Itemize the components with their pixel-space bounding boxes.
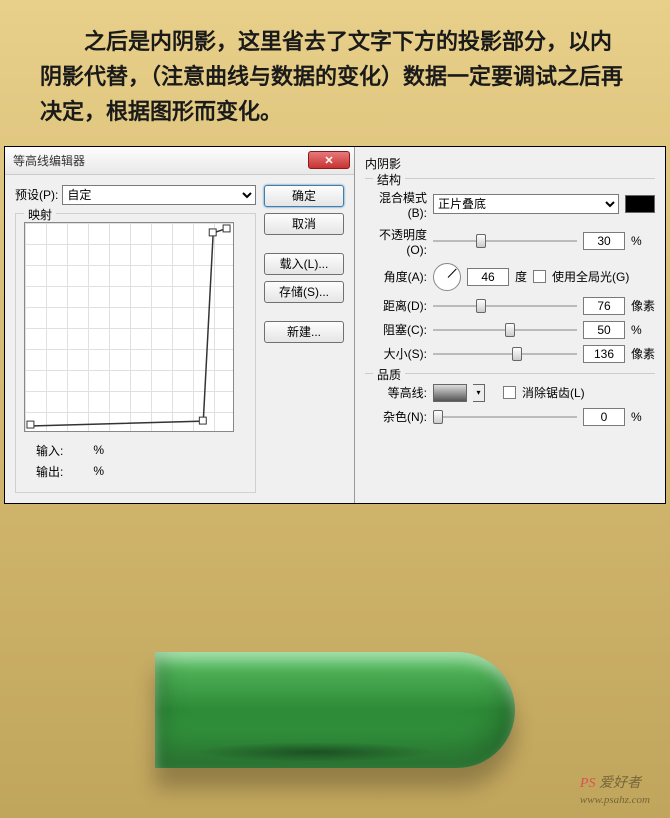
antialias-checkbox[interactable] bbox=[503, 386, 516, 399]
input-unit: % bbox=[93, 443, 104, 457]
noise-slider[interactable] bbox=[433, 408, 577, 426]
opacity-unit: % bbox=[631, 234, 655, 248]
new-button[interactable]: 新建... bbox=[264, 321, 344, 343]
opacity-input[interactable] bbox=[583, 232, 625, 250]
inner-shadow-panel: 内阴影 结构 混合模式(B): 正片叠底 不透明度(O): % bbox=[355, 147, 665, 503]
ok-button[interactable]: 确定 bbox=[264, 185, 344, 207]
contour-picker[interactable] bbox=[433, 384, 467, 402]
pill-inner-shadow bbox=[195, 742, 435, 762]
angle-label: 角度(A): bbox=[365, 268, 427, 285]
preset-label: 预设(P): bbox=[15, 186, 58, 203]
structure-label: 结构 bbox=[373, 171, 405, 188]
distance-unit: 像素 bbox=[631, 297, 655, 314]
distance-label: 距离(D): bbox=[365, 297, 427, 314]
dialogs-container: 等高线编辑器 ✕ 预设(P): 自定 映射 bbox=[4, 146, 666, 504]
angle-input[interactable] bbox=[467, 268, 509, 286]
contour-label: 等高线: bbox=[365, 384, 427, 401]
choke-label: 阻塞(C): bbox=[365, 321, 427, 338]
green-pill-shape bbox=[155, 652, 515, 768]
size-unit: 像素 bbox=[631, 345, 655, 362]
output-label: 输出: bbox=[36, 463, 63, 480]
angle-dial[interactable] bbox=[433, 263, 461, 291]
inner-shadow-title: 内阴影 bbox=[365, 155, 655, 172]
curve-editor[interactable] bbox=[24, 222, 234, 432]
watermark: PS 爱好者 www.psahz.com bbox=[580, 772, 650, 808]
blend-mode-label: 混合模式(B): bbox=[365, 189, 427, 220]
close-icon[interactable]: ✕ bbox=[308, 151, 350, 169]
noise-label: 杂色(N): bbox=[365, 408, 427, 425]
cancel-button[interactable]: 取消 bbox=[264, 213, 344, 235]
input-label: 输入: bbox=[36, 442, 63, 459]
quality-label: 品质 bbox=[373, 366, 405, 383]
distance-slider[interactable] bbox=[433, 297, 577, 315]
titlebar: 等高线编辑器 ✕ bbox=[5, 147, 354, 175]
antialias-label: 消除锯齿(L) bbox=[522, 384, 585, 401]
global-light-label: 使用全局光(G) bbox=[552, 268, 629, 285]
load-button[interactable]: 载入(L)... bbox=[264, 253, 344, 275]
dialog-title: 等高线编辑器 bbox=[13, 152, 85, 169]
angle-unit: 度 bbox=[515, 268, 527, 285]
size-label: 大小(S): bbox=[365, 345, 427, 362]
noise-input[interactable] bbox=[583, 408, 625, 426]
intro-paragraph: 之后是内阴影，这里省去了文字下方的投影部分，以内阴影代替，（注意曲线与数据的变化… bbox=[0, 0, 670, 146]
mapping-fieldset: 映射 输入: % bbox=[15, 213, 256, 493]
choke-input[interactable] bbox=[583, 321, 625, 339]
size-input[interactable] bbox=[583, 345, 625, 363]
mapping-legend: 映射 bbox=[24, 206, 56, 223]
blend-mode-select[interactable]: 正片叠底 bbox=[433, 194, 619, 214]
size-slider[interactable] bbox=[433, 345, 577, 363]
preset-select[interactable]: 自定 bbox=[62, 185, 256, 205]
opacity-slider[interactable] bbox=[433, 232, 577, 250]
result-preview bbox=[0, 652, 670, 768]
choke-slider[interactable] bbox=[433, 321, 577, 339]
output-unit: % bbox=[93, 464, 104, 478]
contour-dropdown-icon[interactable]: ▾ bbox=[473, 384, 485, 402]
opacity-label: 不透明度(O): bbox=[365, 226, 427, 257]
contour-editor-dialog: 等高线编辑器 ✕ 预设(P): 自定 映射 bbox=[5, 147, 355, 503]
distance-input[interactable] bbox=[583, 297, 625, 315]
save-button[interactable]: 存储(S)... bbox=[264, 281, 344, 303]
noise-unit: % bbox=[631, 410, 655, 424]
color-swatch[interactable] bbox=[625, 195, 655, 213]
global-light-checkbox[interactable] bbox=[533, 270, 546, 283]
choke-unit: % bbox=[631, 323, 655, 337]
